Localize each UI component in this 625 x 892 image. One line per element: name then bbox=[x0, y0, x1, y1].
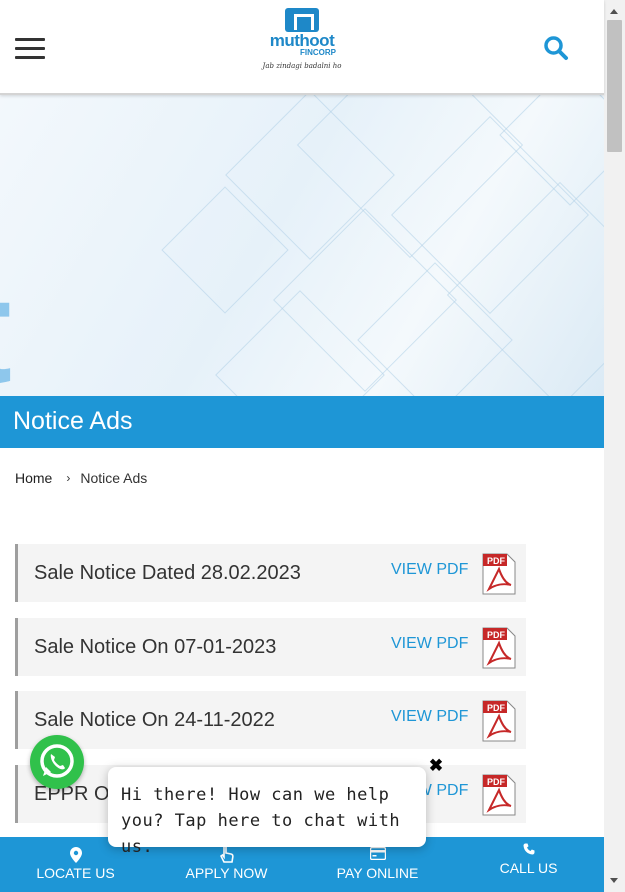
nav-call-us[interactable]: CALL US bbox=[453, 837, 604, 892]
hero-banner: t bbox=[0, 95, 604, 396]
notice-title: Sale Notice On 24-11-2022 bbox=[34, 709, 275, 731]
map-pin-icon bbox=[69, 847, 82, 863]
whatsapp-icon bbox=[40, 744, 74, 778]
page-title: Notice Ads bbox=[13, 407, 133, 435]
muthoot-fincorp-logo[interactable]: muthoot FINCORP Jab zindagi badalni ho bbox=[262, 8, 342, 76]
pdf-icon[interactable]: PDF bbox=[481, 700, 517, 742]
logo-brand-text: muthoot bbox=[269, 31, 335, 50]
notice-title: Sale Notice Dated 28.02.2023 bbox=[34, 562, 301, 584]
search-icon[interactable] bbox=[543, 35, 569, 61]
svg-text:PDF: PDF bbox=[487, 703, 506, 713]
svg-text:PDF: PDF bbox=[487, 630, 506, 640]
chat-prompt-bubble[interactable]: Hi there! How can we help you? Tap here … bbox=[108, 767, 426, 857]
view-pdf-link[interactable]: VIEW PDF bbox=[391, 708, 468, 726]
credit-card-icon bbox=[369, 847, 386, 860]
breadcrumb: Home › Notice Ads bbox=[15, 470, 147, 486]
logo-mark-icon bbox=[285, 8, 319, 32]
scrollbar-thumb[interactable] bbox=[607, 20, 622, 152]
nav-label: CALL US bbox=[499, 860, 558, 876]
nav-label: LOCATE US bbox=[36, 865, 115, 881]
banner-graphic: t bbox=[0, 255, 12, 396]
view-pdf-link[interactable]: VIEW PDF bbox=[391, 561, 468, 579]
page-title-bar: Notice Ads bbox=[0, 396, 604, 448]
notice-title: Sale Notice On 07-01-2023 bbox=[34, 636, 277, 658]
nav-label: PAY ONLINE bbox=[336, 865, 419, 881]
vertical-scrollbar[interactable] bbox=[604, 0, 625, 892]
pdf-icon[interactable]: PDF bbox=[481, 627, 517, 669]
svg-text:PDF: PDF bbox=[487, 556, 506, 566]
notice-item: Sale Notice On 24-11-2022 VIEW PDF PDF bbox=[15, 691, 526, 749]
logo-sub-text: FINCORP bbox=[300, 48, 336, 57]
scroll-up-arrow-icon[interactable] bbox=[610, 9, 618, 14]
breadcrumb-current: Notice Ads bbox=[80, 470, 148, 486]
site-header: muthoot FINCORP Jab zindagi badalni ho bbox=[0, 0, 604, 95]
phone-icon bbox=[523, 843, 534, 855]
whatsapp-chat-button[interactable] bbox=[30, 735, 84, 789]
notice-item: Sale Notice Dated 28.02.2023 VIEW PDF PD… bbox=[15, 544, 526, 602]
scroll-down-arrow-icon[interactable] bbox=[610, 878, 618, 883]
pdf-icon[interactable]: PDF bbox=[481, 774, 517, 816]
notice-item: Sale Notice On 07-01-2023 VIEW PDF PDF bbox=[15, 618, 526, 676]
view-pdf-link[interactable]: VIEW PDF bbox=[391, 635, 468, 653]
chevron-right-icon: › bbox=[66, 471, 71, 485]
svg-text:PDF: PDF bbox=[487, 777, 506, 787]
logo-tagline: Jab zindagi badalni ho bbox=[262, 62, 342, 70]
close-icon[interactable]: ✖ bbox=[426, 756, 446, 776]
hamburger-menu-icon[interactable] bbox=[15, 38, 45, 59]
pdf-icon[interactable]: PDF bbox=[481, 553, 517, 595]
nav-label: APPLY NOW bbox=[185, 865, 268, 881]
hand-pointer-icon bbox=[219, 845, 234, 863]
breadcrumb-home-link[interactable]: Home bbox=[15, 470, 52, 486]
